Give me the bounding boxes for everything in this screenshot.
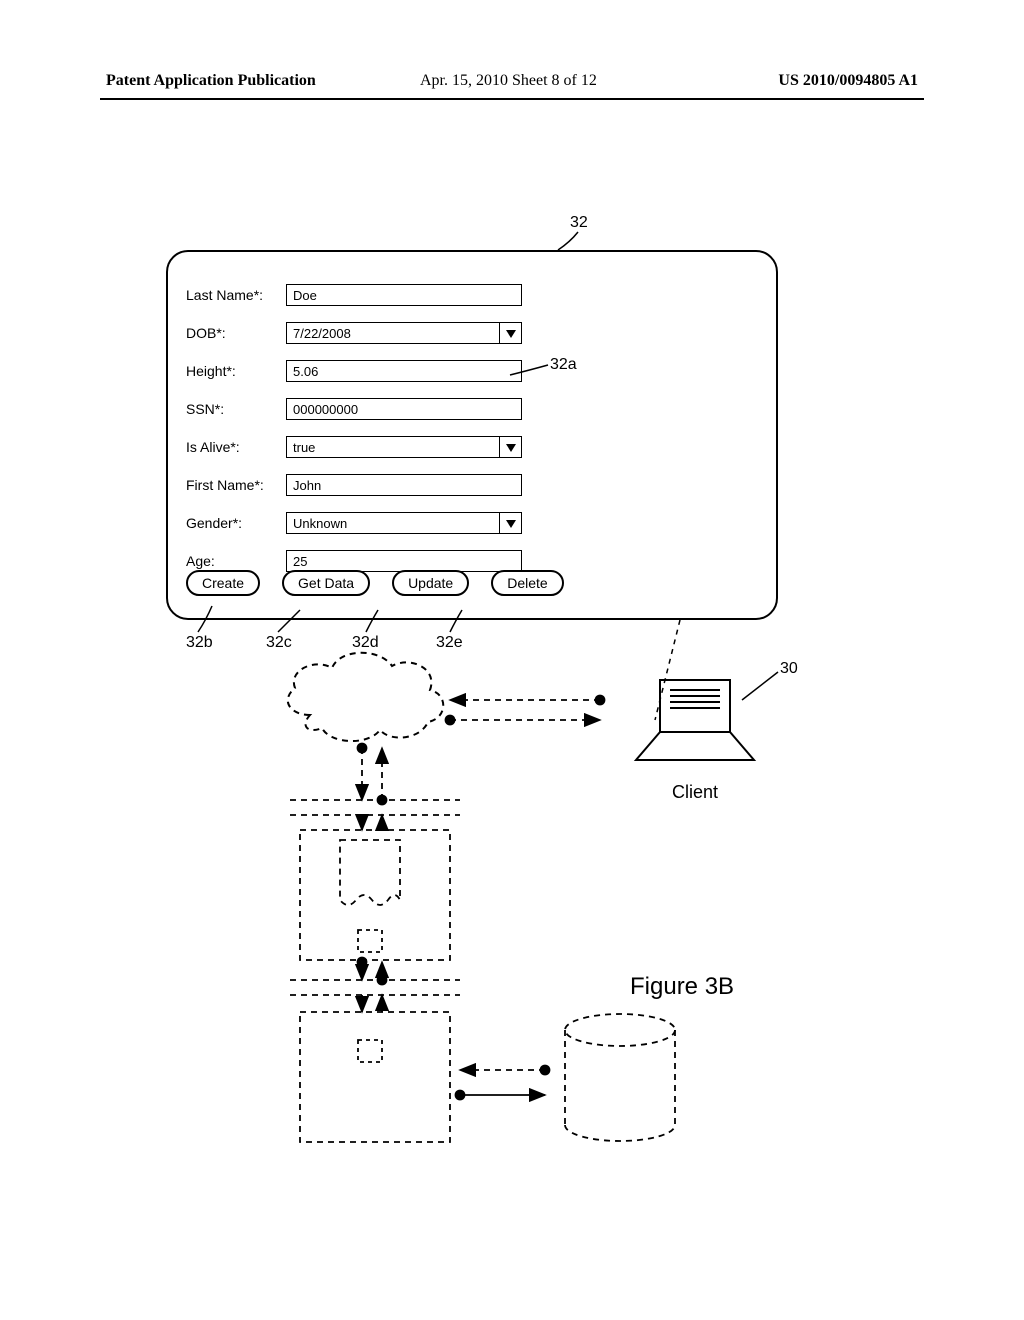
header-publication: Patent Application Publication (106, 72, 316, 90)
ref-32: 32 (570, 214, 588, 232)
create-button[interactable]: Create (186, 570, 260, 596)
value-dob: 7/22/2008 (293, 326, 351, 341)
value-last-name: Doe (293, 288, 317, 303)
header-pub-number: US 2010/0094805 A1 (778, 72, 918, 90)
update-button[interactable]: Update (392, 570, 469, 596)
label-age: Age: (186, 553, 286, 569)
chevron-down-icon (506, 440, 516, 455)
row-ssn: SSN*: 000000000 (186, 390, 522, 428)
row-gender: Gender*: Unknown (186, 504, 522, 542)
label-ssn: SSN*: (186, 401, 286, 417)
get-data-button[interactable]: Get Data (282, 570, 370, 596)
input-dob[interactable]: 7/22/2008 (286, 322, 522, 344)
laptop-icon (636, 680, 754, 760)
row-last-name: Last Name*: Doe (186, 276, 522, 314)
value-height: 5.06 (293, 364, 318, 379)
delete-button[interactable]: Delete (491, 570, 563, 596)
value-first-name: John (293, 478, 321, 493)
button-row: Create Get Data Update Delete (186, 570, 564, 596)
row-first-name: First Name*: John (186, 466, 522, 504)
server-box-1-icon (300, 830, 450, 960)
label-height: Height*: (186, 363, 286, 379)
ref-32a: 32a (550, 356, 577, 374)
cloud-icon (288, 653, 443, 741)
header-sheet-info: Apr. 15, 2010 Sheet 8 of 12 (420, 72, 597, 90)
input-first-name[interactable]: John (286, 474, 522, 496)
row-dob: DOB*: 7/22/2008 (186, 314, 522, 352)
page-header: Patent Application Publication Apr. 15, … (0, 72, 1024, 100)
row-is-alive: Is Alive*: true (186, 428, 522, 466)
label-dob: DOB*: (186, 325, 286, 341)
row-height: Height*: 5.06 (186, 352, 522, 390)
value-ssn: 000000000 (293, 402, 358, 417)
value-gender: Unknown (293, 516, 347, 531)
value-age: 25 (293, 554, 307, 569)
form-panel: Last Name*: Doe DOB*: 7/22/2008 Height*:… (166, 250, 778, 620)
label-is-alive: Is Alive*: (186, 439, 286, 455)
dropdown-is-alive[interactable] (499, 436, 521, 458)
label-gender: Gender*: (186, 515, 286, 531)
server-box-2-icon (300, 1012, 450, 1142)
ref-32d: 32d (352, 634, 379, 652)
input-is-alive[interactable]: true (286, 436, 522, 458)
diagram-svg (0, 0, 1024, 1320)
client-label: Client (672, 782, 718, 803)
figure-label: Figure 3B (630, 973, 734, 1001)
dropdown-dob[interactable] (499, 322, 521, 344)
ref-32e: 32e (436, 634, 463, 652)
label-last-name: Last Name*: (186, 287, 286, 303)
input-last-name[interactable]: Doe (286, 284, 522, 306)
chevron-down-icon (506, 326, 516, 341)
header-rule (100, 98, 924, 100)
ref-32c: 32c (266, 634, 292, 652)
input-ssn[interactable]: 000000000 (286, 398, 522, 420)
dropdown-gender[interactable] (499, 512, 521, 534)
ref-30: 30 (780, 660, 798, 678)
form-fields: Last Name*: Doe DOB*: 7/22/2008 Height*:… (186, 276, 522, 580)
ref-32b: 32b (186, 634, 213, 652)
input-gender[interactable]: Unknown (286, 512, 522, 534)
page: Patent Application Publication Apr. 15, … (0, 0, 1024, 1320)
label-first-name: First Name*: (186, 477, 286, 493)
input-age[interactable]: 25 (286, 550, 522, 572)
database-icon (565, 1014, 675, 1141)
chevron-down-icon (506, 516, 516, 531)
input-height[interactable]: 5.06 (286, 360, 522, 382)
value-is-alive: true (293, 440, 315, 455)
